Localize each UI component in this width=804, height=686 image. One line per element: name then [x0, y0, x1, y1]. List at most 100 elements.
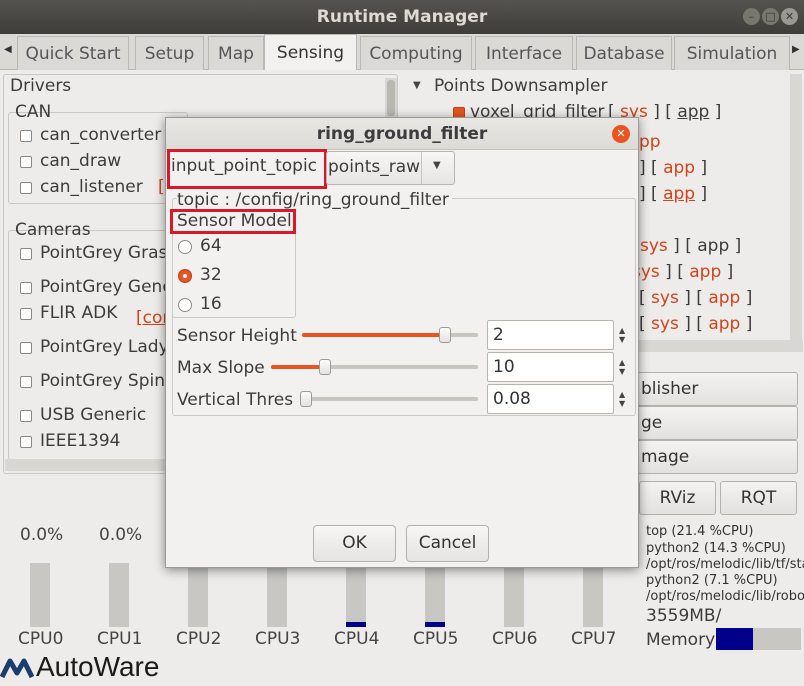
row5-links[interactable]: sys ] [ app ]	[640, 236, 741, 256]
cpu-percent-0: 0.0%	[20, 525, 64, 545]
camera-label-0: PointGrey Grass	[40, 243, 177, 263]
vertical-thres-spin-icon[interactable]: ▲ ▼	[619, 390, 625, 408]
chevron-down-icon[interactable]: ▼	[433, 160, 441, 171]
cpu-bar-fill-5	[425, 621, 445, 627]
max-slope-input[interactable]: 10	[487, 352, 614, 382]
row5-app[interactable]: app	[697, 236, 729, 256]
input-point-topic-combo[interactable]: points_raw ▼	[326, 151, 455, 185]
row4-app-text[interactable]: app	[663, 184, 695, 204]
cpu-bar-0	[30, 563, 50, 627]
row2-app-fragment[interactable]: pp	[639, 132, 661, 152]
sensor-height-slider-handle[interactable]	[438, 327, 451, 343]
row8-links[interactable]: [ sys ] [ app ]	[639, 314, 752, 334]
tab-map[interactable]: Map	[208, 36, 264, 70]
camera-checkbox-0[interactable]	[20, 248, 32, 260]
cpu-label-2: CPU2	[176, 629, 222, 649]
sensor-radio-64[interactable]	[178, 240, 192, 254]
cpu-bar-4	[346, 563, 366, 627]
sensor-radio-32[interactable]	[178, 269, 192, 283]
sensor-height-input[interactable]: 2	[487, 320, 614, 350]
max-slope-slider[interactable]	[271, 365, 478, 369]
tab-scroll-left-icon[interactable]: ◀	[4, 44, 12, 55]
row7-app[interactable]: app	[708, 288, 740, 308]
row3-app-text[interactable]: app	[663, 158, 695, 178]
camera-checkbox-2[interactable]	[20, 308, 32, 320]
cpu-label-4: CPU4	[334, 629, 380, 649]
sensor-model-label: Sensor Model	[177, 211, 292, 231]
camera-checkbox-1[interactable]	[20, 282, 32, 294]
sensor-radio-16[interactable]	[178, 298, 192, 312]
row7-links[interactable]: [ sys ] [ app ]	[639, 288, 752, 308]
vertical-thres-input[interactable]: 0.08	[487, 384, 614, 414]
close-icon[interactable]: ✕	[781, 8, 798, 25]
tab-simulation[interactable]: Simulation	[674, 36, 790, 70]
tab-setup[interactable]: Setup	[135, 36, 204, 70]
row5-sys[interactable]: sys	[640, 236, 668, 256]
memory-bar	[716, 628, 801, 650]
row6-app[interactable]: app	[689, 262, 721, 282]
camera-label-2: FLIR ADK	[40, 303, 118, 323]
can-converter-checkbox[interactable]	[20, 130, 32, 142]
camera-label-5: USB Generic	[40, 405, 147, 425]
rqt-button[interactable]: RQT	[720, 481, 797, 515]
camera-checkbox-5[interactable]	[20, 410, 32, 422]
drivers-scroll-thumb[interactable]	[387, 80, 395, 116]
voxel-app-text[interactable]: app	[677, 102, 709, 122]
maximize-icon[interactable]: □	[762, 8, 779, 25]
dialog-title: ring_ground_filter	[316, 124, 488, 144]
can-label: CAN	[15, 102, 52, 122]
input-point-topic-value: points_raw	[328, 157, 421, 177]
drivers-label: Drivers	[10, 76, 72, 96]
rviz-button[interactable]: RViz	[639, 481, 716, 515]
dialog-close-icon[interactable]: ✕	[612, 125, 630, 143]
can-listener-checkbox[interactable]	[20, 182, 32, 194]
can-draw-checkbox[interactable]	[20, 156, 32, 168]
cpu-bar-fill-4	[346, 621, 366, 627]
tab-interface[interactable]: Interface	[475, 36, 573, 70]
sensor-height-spin-icon[interactable]: ▲ ▼	[619, 326, 625, 344]
row6-links[interactable]: sys ] [ app ]	[632, 262, 733, 282]
minimize-icon[interactable]: –	[743, 8, 760, 25]
max-slope-spin-icon[interactable]: ▲ ▼	[619, 358, 625, 376]
sensor-option-16: 16	[200, 294, 222, 314]
camera-label-6: IEEE1394	[40, 431, 121, 451]
can-listener-config-fragment[interactable]: [	[158, 177, 165, 197]
right-h-scrollbar[interactable]	[639, 340, 803, 352]
cancel-button[interactable]: Cancel	[406, 525, 489, 562]
autoware-logo-icon	[0, 655, 35, 681]
vertical-thres-slider-handle[interactable]	[299, 391, 312, 407]
process-1: python2 (14.3 %CPU)	[646, 541, 786, 556]
tab-quick-start[interactable]: Quick Start	[17, 36, 129, 70]
sensor-height-slider[interactable]	[302, 333, 478, 337]
camera-label-3: PointGrey Lady	[40, 337, 169, 357]
vertical-thres-label: Vertical Thres	[177, 390, 294, 410]
tab-scroll-right-icon[interactable]: ▶	[792, 44, 800, 55]
camera-checkbox-6[interactable]	[20, 436, 32, 448]
max-slope-slider-fill	[271, 365, 325, 369]
camera-checkbox-4[interactable]	[20, 376, 32, 388]
tab-sensing[interactable]: Sensing	[264, 34, 357, 71]
process-0: top (21.4 %CPU)	[646, 524, 754, 539]
cpu-label-1: CPU1	[97, 629, 143, 649]
ok-button[interactable]: OK	[313, 525, 396, 562]
row3-app-link[interactable]: ] [ app ]	[639, 158, 707, 178]
tab-database[interactable]: Database	[576, 36, 672, 70]
window-title-bar: Runtime Manager	[0, 0, 804, 34]
max-slope-slider-handle[interactable]	[318, 359, 331, 375]
row8-app[interactable]: app	[708, 314, 740, 334]
right-scrollbar[interactable]	[790, 74, 802, 352]
camera-label-1: PointGrey Gene	[40, 277, 173, 297]
window-title: Runtime Manager	[316, 7, 488, 27]
camera-checkbox-3[interactable]	[20, 342, 32, 354]
ring-ground-filter-dialog: ring_ground_filter ✕ input_point_topic p…	[165, 117, 639, 568]
can-listener-label: can_listener	[40, 177, 143, 197]
points-downsampler-label: Points Downsampler	[434, 76, 608, 96]
tab-computing[interactable]: Computing	[360, 36, 472, 70]
row7-sys[interactable]: sys	[651, 288, 679, 308]
row4-app-link[interactable]: ] [ app ]	[639, 184, 707, 204]
cpu-bar-1	[109, 563, 129, 627]
points-expander-icon[interactable]: ▼	[413, 80, 421, 91]
vertical-thres-slider[interactable]	[302, 397, 478, 401]
cpu-bar-7	[583, 563, 603, 627]
row8-sys[interactable]: sys	[651, 314, 679, 334]
